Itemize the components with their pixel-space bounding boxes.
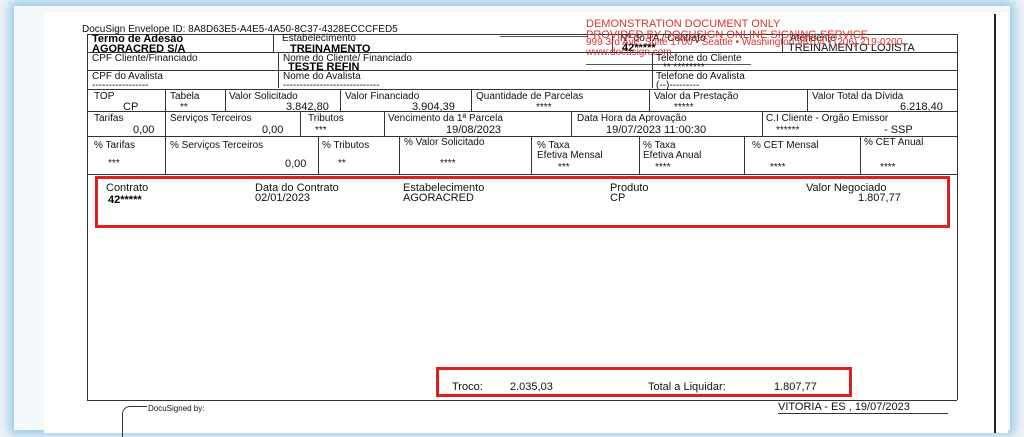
total-liquidar-label: Total a Liquidar: (648, 381, 726, 393)
pct-tarifas-value: *** (108, 158, 120, 169)
troco-value: 2.035,03 (510, 381, 553, 393)
divider (531, 136, 532, 174)
divider (318, 136, 319, 174)
top-label: TOP (94, 91, 115, 102)
row-divider (87, 136, 957, 137)
row-divider (87, 70, 957, 71)
aprovacao-value: 19/07/2023 11:00:30 (606, 124, 707, 136)
taxa-mensal-value: *** (558, 162, 570, 173)
prestacao-label: Valor da Prestação (654, 91, 739, 102)
row-divider (87, 52, 957, 53)
contrato-label: Contrato (106, 182, 149, 194)
row-divider (87, 111, 957, 112)
pct-servicos-label: % Serviços Terceiros (170, 140, 264, 151)
divider (762, 111, 763, 136)
divider (744, 136, 745, 174)
valor-financiado-label: Valor Financiado (345, 91, 420, 102)
pct-tributos-value: ** (338, 158, 346, 169)
divider (165, 136, 166, 174)
place-date: VITORIA - ES , 19/07/2023 (778, 401, 910, 413)
demo-stripe (500, 36, 588, 37)
divider (649, 89, 650, 111)
cet-mensal-label: % CET Mensal (752, 140, 819, 151)
divider (165, 89, 166, 111)
total-divida-label: Valor Total da Dívida (812, 91, 904, 102)
pct-valor-solicitado-label: % Valor Solicitado (404, 137, 485, 148)
divider (300, 111, 301, 136)
divider (807, 89, 808, 111)
data-contrato-value: 02/01/2023 (255, 192, 311, 204)
tributos-value: *** (315, 125, 327, 136)
pct-tarifas-label: % Tarifas (94, 140, 135, 151)
table-right-border (957, 34, 958, 400)
cet-anual-label: % CET Anual (864, 137, 924, 148)
tarifas-value: 0,00 (133, 124, 155, 136)
contrato-value: 42***** (108, 194, 142, 206)
cpf-label: CPF Cliente/Financiado (92, 53, 198, 64)
vencimento-value: 19/08/2023 (446, 124, 502, 136)
divider (273, 34, 274, 52)
divider (165, 111, 166, 136)
divider (471, 89, 472, 111)
row-divider (87, 89, 957, 90)
divider (278, 70, 279, 88)
taxa-anual-label-2: Efetiva Anual (643, 150, 702, 161)
cet-mensal-value: **** (770, 162, 786, 173)
pct-tributos-label: % Tributos (322, 140, 370, 151)
pct-servicos-value: 0,00 (285, 158, 307, 170)
parcelas-label: Quantidade de Parcelas (476, 91, 584, 102)
divider (384, 111, 385, 136)
produto-value: CP (610, 192, 626, 204)
row-divider (87, 174, 957, 175)
divider (860, 136, 861, 174)
troco-label: Troco: (452, 381, 483, 393)
aprovacao-label: Data Hora da Aprovação (577, 113, 687, 124)
pct-valor-solicitado-value: **** (440, 158, 456, 169)
page-edge (994, 14, 996, 433)
tarifas-label: Tarifas (94, 113, 124, 124)
docusigned-by: DocuSigned by: (148, 404, 205, 413)
divider (340, 89, 341, 111)
taxa-anual-value: **** (655, 162, 671, 173)
divider (225, 89, 226, 111)
divider (639, 136, 640, 174)
cet-anual-value: **** (880, 162, 896, 173)
ci-value: ****** (776, 125, 800, 136)
ci-orgao: - SSP (884, 124, 913, 136)
servicos-value: 0,00 (262, 124, 284, 136)
servicos-label: Serviços Terceiros (170, 113, 252, 124)
taxa-mensal-label-2: Efetiva Mensal (537, 150, 603, 161)
tabela-label: Tabela (170, 91, 200, 102)
vencimento-label: Vencimento da 1ª Parcela (388, 113, 503, 124)
divider (571, 111, 572, 136)
estabelecimento-value: AGORACRED (403, 192, 474, 204)
tributos-label: Tributos (308, 113, 344, 124)
divider (278, 52, 279, 70)
signature-line (778, 413, 948, 414)
valor-negociado-value: 1.807,77 (858, 192, 901, 204)
ci-label: C.I Cliente - Orgão Emissor (766, 113, 889, 124)
divider (399, 136, 400, 174)
docusign-bracket (122, 406, 147, 437)
total-liquidar-value: 1.807,77 (774, 381, 817, 393)
